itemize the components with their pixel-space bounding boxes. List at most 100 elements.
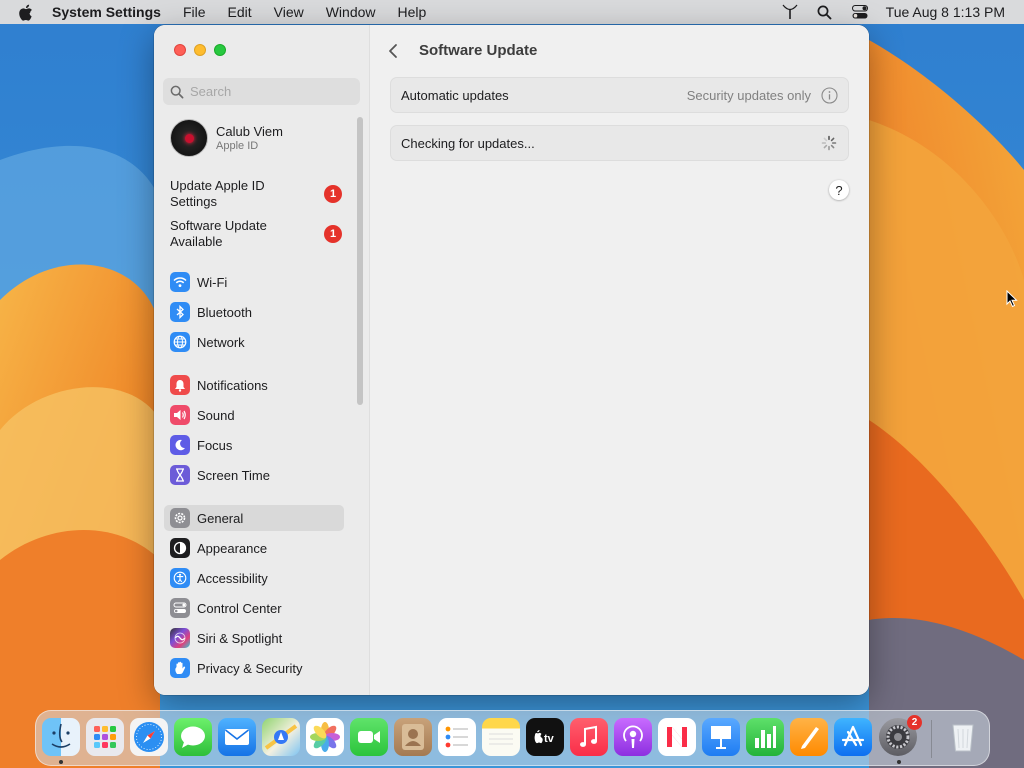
sidebar-item-appearance[interactable]: Appearance xyxy=(164,535,344,561)
speaker-icon xyxy=(170,405,190,425)
notice-update-apple-id[interactable]: Update Apple ID Settings 1 xyxy=(170,178,342,210)
menu-help[interactable]: Help xyxy=(398,4,427,20)
running-indicator xyxy=(59,760,63,764)
search-icon[interactable] xyxy=(816,3,834,21)
accessibility-icon xyxy=(170,568,190,588)
sidebar-scrollbar[interactable] xyxy=(357,117,363,405)
moon-icon xyxy=(170,435,190,455)
automatic-updates-value: Security updates only xyxy=(686,87,811,103)
info-icon[interactable] xyxy=(821,86,838,104)
contacts-icon[interactable] xyxy=(394,718,432,756)
sidebar-item-bluetooth[interactable]: Bluetooth xyxy=(164,299,344,325)
siri-icon xyxy=(170,628,190,648)
search-icon xyxy=(170,85,184,99)
sidebar-item-label: Network xyxy=(197,334,245,350)
notice-software-update[interactable]: Software Update Available 1 xyxy=(170,218,342,250)
sidebar-item-focus[interactable]: Focus xyxy=(164,432,344,458)
sidebar-item-label: Appearance xyxy=(197,540,268,556)
sidebar-item-screen-time[interactable]: Screen Time xyxy=(164,462,344,488)
sidebar-item-label: Bluetooth xyxy=(197,304,252,320)
dock-separator xyxy=(931,720,932,758)
antenna-icon[interactable] xyxy=(781,3,799,21)
sidebar-item-notifications[interactable]: Notifications xyxy=(164,372,344,398)
checking-updates-row: Checking for updates... xyxy=(390,125,849,161)
menu-app-name[interactable]: System Settings xyxy=(52,4,161,20)
sidebar-item-label: General xyxy=(197,510,244,526)
sidebar-item-siri-spotlight[interactable]: Siri & Spotlight xyxy=(164,625,344,651)
minimize-window-button[interactable] xyxy=(194,44,206,56)
menu-window[interactable]: Window xyxy=(326,4,376,20)
safari-icon[interactable] xyxy=(130,718,168,756)
checking-updates-label: Checking for updates... xyxy=(401,135,535,151)
hourglass-icon xyxy=(170,465,190,485)
sidebar-item-label: Focus xyxy=(197,437,233,453)
menu-file[interactable]: File xyxy=(183,4,206,20)
apple-menu-icon[interactable] xyxy=(18,0,38,24)
menu-bar-clock[interactable]: Tue Aug 8 1:13 PM xyxy=(886,4,1005,20)
hand-icon xyxy=(170,658,190,678)
numbers-icon[interactable] xyxy=(746,718,784,756)
notes-icon[interactable] xyxy=(482,718,520,756)
mouse-cursor-icon xyxy=(1006,289,1018,310)
sidebar-item-network[interactable]: Network xyxy=(164,329,344,355)
bluetooth-icon xyxy=(170,302,190,322)
content-pane: Software Update Automatic updates Securi… xyxy=(370,25,869,695)
podcasts-icon[interactable] xyxy=(614,718,652,756)
pages-icon[interactable] xyxy=(790,718,828,756)
trash-icon[interactable] xyxy=(944,718,982,756)
sidebar-item-sound[interactable]: Sound xyxy=(164,402,344,428)
launchpad-icon[interactable] xyxy=(86,718,124,756)
sidebar-item-control-center[interactable]: Control Center xyxy=(164,595,344,621)
sidebar-item-wifi[interactable]: Wi-Fi xyxy=(164,269,344,295)
close-window-button[interactable] xyxy=(174,44,186,56)
sidebar-item-privacy-security[interactable]: Privacy & Security xyxy=(164,655,344,681)
system-settings-window: Calub Viem Apple ID Update Apple ID Sett… xyxy=(154,25,869,695)
sidebar-item-label: Wi-Fi xyxy=(197,274,228,290)
spinner-icon xyxy=(821,135,837,151)
sidebar-search[interactable] xyxy=(163,78,360,105)
menu-edit[interactable]: Edit xyxy=(228,4,252,20)
music-icon[interactable] xyxy=(570,718,608,756)
zoom-window-button[interactable] xyxy=(214,44,226,56)
finder-icon[interactable] xyxy=(42,718,80,756)
help-button[interactable]: ? xyxy=(829,180,849,200)
account-subtitle: Apple ID xyxy=(216,140,259,152)
app-store-icon[interactable] xyxy=(834,718,872,756)
notification-badge: 1 xyxy=(324,225,342,243)
sidebar-item-label: Privacy & Security xyxy=(197,660,303,676)
photos-icon[interactable] xyxy=(306,718,344,756)
automatic-updates-row: Automatic updates Security updates only xyxy=(390,77,849,113)
avatar xyxy=(170,119,208,157)
automatic-updates-label: Automatic updates xyxy=(401,87,509,103)
facetime-icon[interactable] xyxy=(350,718,388,756)
control-center-icon[interactable] xyxy=(851,3,869,21)
notice-label: Update Apple ID Settings xyxy=(170,178,265,209)
menu-view[interactable]: View xyxy=(274,4,304,20)
apple-id-account[interactable]: Calub Viem Apple ID xyxy=(170,119,350,157)
back-chevron-icon[interactable] xyxy=(388,41,402,61)
appearance-icon xyxy=(170,538,190,558)
maps-icon[interactable] xyxy=(262,718,300,756)
messages-icon[interactable] xyxy=(174,718,212,756)
dock-badge: 2 xyxy=(907,715,922,730)
wifi-icon xyxy=(170,272,190,292)
sidebar-item-label: Notifications xyxy=(197,377,268,393)
sidebar-item-label: Control Center xyxy=(197,600,282,616)
bell-icon xyxy=(170,375,190,395)
reminders-icon[interactable] xyxy=(438,718,476,756)
menu-bar: System Settings File Edit View Window He… xyxy=(0,0,1024,24)
sidebar-item-accessibility[interactable]: Accessibility xyxy=(164,565,344,591)
news-icon[interactable] xyxy=(658,718,696,756)
sidebar-item-label: Sound xyxy=(197,407,235,423)
sidebar: Calub Viem Apple ID Update Apple ID Sett… xyxy=(154,25,370,695)
sidebar-item-label: Accessibility xyxy=(197,570,268,586)
page-title: Software Update xyxy=(419,42,538,59)
sidebar-item-general[interactable]: General xyxy=(164,505,344,531)
keynote-icon[interactable] xyxy=(702,718,740,756)
mail-icon[interactable] xyxy=(218,718,256,756)
tv-icon[interactable]: tv xyxy=(526,718,564,756)
notice-label: Software Update Available xyxy=(170,218,267,249)
globe-icon xyxy=(170,332,190,352)
search-input[interactable] xyxy=(190,84,350,99)
sidebar-item-label: Screen Time xyxy=(197,467,270,483)
